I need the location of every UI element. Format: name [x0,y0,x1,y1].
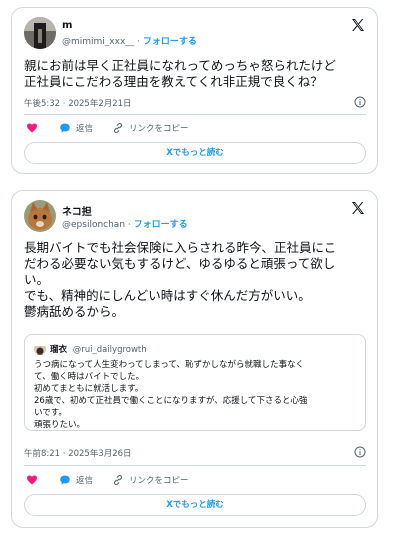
speech-bubble-icon [60,475,70,485]
user-handle[interactable]: @mimimi_xxx__ [62,37,134,47]
copy-link-label: リンクをコピー [129,124,189,134]
tweet-card[interactable]: m @mimimi_xxx__ · フォローする 親にお前は早く正社員になれって… [11,7,378,174]
speech-bubble-icon [60,123,70,133]
link-icon [113,122,123,134]
copy-link-label: リンクをコピー [129,476,189,486]
heart-icon [27,123,37,133]
quoted-tweet[interactable]: 瑠衣 @rui_dailygrowth うつ病になって人生変わってしまって、恥ず… [24,334,366,431]
reply-button[interactable]: 返信 [59,122,93,134]
copy-link-button[interactable]: リンクをコピー [112,474,189,486]
tweet-timestamp[interactable]: 午後5:32 · 2025年2月21日 [24,97,132,109]
link-icon [113,474,123,486]
quoted-avatar [34,343,46,355]
divider [24,465,366,466]
tweet-timestamp[interactable]: 午前8:21 · 2025年3月26日 [24,447,132,459]
user-handle[interactable]: @epsilonchan [62,220,125,230]
x-logo-icon[interactable] [350,17,366,33]
info-icon[interactable] [354,96,366,108]
reply-label: 返信 [76,476,94,486]
tweet-text: 長期バイトでも社会保険に入らされる昨今、正社員にこ だわる必要ない気もするけど、… [24,240,337,319]
quoted-header: 瑠衣 @rui_dailygrowth [50,343,147,355]
handle-row: @mimimi_xxx__ · フォローする [62,37,197,47]
follow-button[interactable]: フォローする [143,37,197,47]
heart-icon [27,475,37,485]
avatar[interactable] [24,17,56,49]
avatar[interactable] [24,200,56,232]
reply-label: 返信 [76,124,94,134]
tweet-text: 親にお前は早く正社員になれってめっちゃ怒られたけど 正社員にこだわる理由を教えて… [24,58,336,89]
info-icon[interactable] [354,446,366,458]
copy-link-button[interactable]: リンクをコピー [112,122,189,134]
display-name[interactable]: ネコ担 [62,203,92,218]
read-more-button[interactable]: Xでもっと読む [24,142,366,164]
x-logo-icon[interactable] [350,200,366,216]
read-more-button[interactable]: Xでもっと読む [24,494,366,516]
follow-button[interactable]: フォローする [134,220,188,230]
reply-button[interactable]: 返信 [59,474,93,486]
like-button[interactable] [26,474,43,486]
quoted-handle: @rui_dailygrowth [72,345,147,355]
divider [24,114,366,115]
like-button[interactable] [26,122,43,134]
handle-row: @epsilonchan · フォローする [62,220,188,230]
display-name[interactable]: m [62,20,72,31]
quoted-name: 瑠衣 [50,345,68,355]
quoted-text: うつ病になって人生変わってしまって、恥ずかしながら就職した事なく て、働く時はバ… [34,360,308,430]
tweet-card[interactable]: ネコ担 @epsilonchan · フォローする 長期バイトでも社会保険に入ら… [11,190,378,528]
